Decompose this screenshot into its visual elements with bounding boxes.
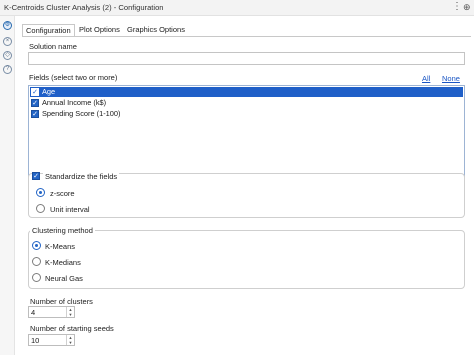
num-seeds-label: Number of starting seeds <box>30 324 114 333</box>
neural-gas-label: Neural Gas <box>45 274 83 283</box>
solution-name-input[interactable] <box>28 52 465 65</box>
field-label-annual-income: Annual Income (k$) <box>42 98 107 107</box>
num-seeds-spin-arrows[interactable]: ▲ ▼ <box>66 335 74 345</box>
checkbox-spending-score[interactable]: ✓ <box>31 110 39 118</box>
tab-graphics-options[interactable]: Graphics Options <box>124 24 188 36</box>
tab-plot-options[interactable]: Plot Options <box>76 24 123 36</box>
select-none-link[interactable]: None <box>442 74 460 83</box>
clustering-method-group <box>28 230 465 289</box>
close-circle-icon[interactable]: × <box>3 37 12 46</box>
k-means-label: K-Means <box>45 242 76 251</box>
select-all-link[interactable]: All <box>422 74 430 83</box>
configuration-panel: Configuration Plot Options Graphics Opti… <box>22 24 471 355</box>
field-item-annual-income[interactable]: ✓ Annual Income (k$) <box>30 98 463 108</box>
standardize-label: Standardize the fields <box>43 172 120 181</box>
checkbox-annual-income[interactable]: ✓ <box>31 99 39 107</box>
num-clusters-value: 4 <box>31 308 36 317</box>
field-item-spending-score[interactable]: ✓ Spending Score (1-100) <box>30 109 463 119</box>
fields-label: Fields (select two or more) <box>29 73 118 82</box>
solution-name-label: Solution name <box>29 42 77 51</box>
k-medians-radio[interactable] <box>32 257 41 266</box>
field-label-age: Age <box>42 87 56 96</box>
more-options-icon[interactable]: ⋮ <box>452 1 462 12</box>
standardize-checkbox[interactable]: ✓ <box>32 172 40 180</box>
window-title: K-Centroids Cluster Analysis (2) - Confi… <box>4 3 164 12</box>
clustering-method-label: Clustering method <box>30 226 95 235</box>
k-means-radio[interactable] <box>32 241 41 250</box>
z-score-label: z-score <box>50 189 75 198</box>
num-clusters-label: Number of clusters <box>30 297 93 306</box>
tag-icon[interactable]: ◇ <box>3 51 12 60</box>
gear-icon[interactable]: ⚙ <box>3 21 12 30</box>
z-score-radio[interactable] <box>36 188 45 197</box>
num-clusters-stepper[interactable]: 4 ▲ ▼ <box>28 306 75 318</box>
checkbox-age[interactable]: ✓ <box>31 88 39 96</box>
neural-gas-radio[interactable] <box>32 273 41 282</box>
unit-interval-label: Unit interval <box>50 205 90 214</box>
pin-icon[interactable]: ⊕ <box>463 2 471 13</box>
title-bar: K-Centroids Cluster Analysis (2) - Confi… <box>0 0 474 16</box>
num-seeds-value: 10 <box>31 336 40 345</box>
num-clusters-spin-arrows[interactable]: ▲ ▼ <box>66 307 74 317</box>
k-medians-label: K-Medians <box>45 258 81 267</box>
unit-interval-radio[interactable] <box>36 204 45 213</box>
field-label-spending-score: Spending Score (1-100) <box>42 109 121 118</box>
help-icon[interactable]: ? <box>3 65 12 74</box>
left-icon-bar: ⚙ × ◇ ? <box>0 16 15 355</box>
num-seeds-stepper[interactable]: 10 ▲ ▼ <box>28 334 75 346</box>
tab-divider <box>22 36 471 37</box>
field-item-age[interactable]: ✓ Age <box>30 87 463 97</box>
